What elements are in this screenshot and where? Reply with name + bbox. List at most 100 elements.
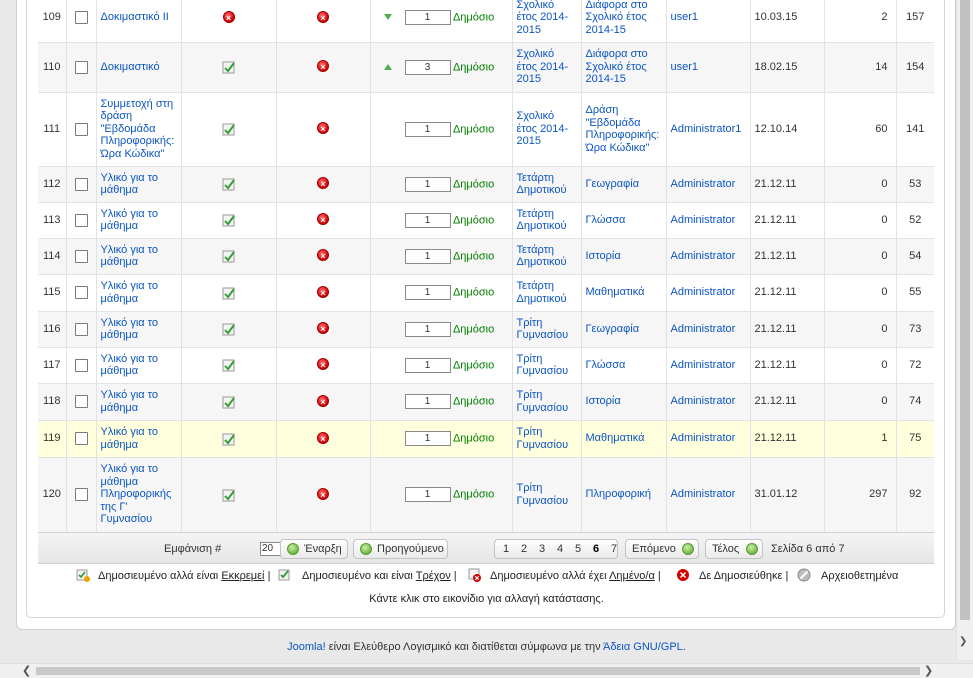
frontpage-unpublished-icon[interactable]: × (317, 394, 329, 408)
end-button[interactable]: Τέλος (705, 539, 763, 559)
author-link[interactable]: user1 (671, 11, 699, 23)
section-link[interactable]: Τετάρτη Δημοτικού (517, 172, 567, 197)
order-input[interactable]: 1 (404, 121, 451, 137)
row-checkbox[interactable] (74, 432, 88, 445)
order-input[interactable]: 1 (404, 431, 451, 446)
row-checkbox[interactable] (74, 322, 88, 336)
page-1-link[interactable]: 1 (503, 543, 509, 555)
category-link[interactable]: Δράση "Εβδομάδα Πληροφορικής: Ώρα Κώδικα… (586, 104, 660, 154)
page-2-link[interactable]: 2 (521, 543, 527, 555)
unpublished-icon[interactable]: × (222, 10, 235, 24)
section-link[interactable]: Τετάρτη Δημοτικού (517, 208, 567, 233)
vertical-scroll-thumb[interactable] (960, 0, 970, 620)
order-input[interactable]: 1 (404, 9, 451, 25)
section-link[interactable]: Σχολικό έτος 2014-2015 (517, 48, 569, 85)
section-link[interactable]: Σχολικό έτος 2014-2015 (517, 0, 569, 36)
page-3-link[interactable]: 3 (539, 543, 545, 555)
access-level-link[interactable]: Δημόσιο (453, 61, 494, 73)
category-link[interactable]: Διάφορα στο Σχολικό έτος 2014-15 (586, 0, 648, 36)
row-checkbox[interactable] (74, 488, 88, 501)
article-title-link[interactable]: Δοκιμαστικό ΙΙ (101, 11, 169, 23)
horizontal-scroll-thumb[interactable] (36, 667, 920, 675)
published-icon[interactable] (222, 123, 236, 136)
section-link[interactable]: Τρίτη Γυμνασίου (517, 389, 569, 414)
order-up-icon[interactable] (383, 63, 392, 70)
category-link[interactable]: Ιστορία (586, 395, 621, 407)
access-level-link[interactable]: Δημόσιο (453, 11, 494, 23)
article-title-link[interactable]: Υλικό για το μάθημα (101, 172, 159, 197)
article-title-link[interactable]: Υλικό για το μάθημα (101, 208, 159, 233)
author-link[interactable]: Administrator (671, 250, 736, 262)
category-link[interactable]: Μαθηματικά (586, 432, 645, 444)
start-button[interactable]: Έναρξη (280, 539, 348, 559)
article-title-link[interactable]: Υλικό για το μάθημα Πληροφορικής της Γ' … (101, 463, 172, 525)
order-input[interactable]: 3 (404, 59, 451, 75)
frontpage-unpublished-icon[interactable]: × (317, 177, 329, 190)
section-link[interactable]: Τρίτη Γυμνασίου (517, 317, 569, 342)
published-icon[interactable] (222, 359, 236, 372)
access-level-link[interactable]: Δημόσιο (453, 359, 494, 371)
author-link[interactable]: Administrator (671, 323, 736, 335)
order-input[interactable]: 1 (404, 248, 451, 264)
frontpage-unpublished-icon[interactable]: × (317, 322, 329, 335)
category-link[interactable]: Πληροφορική (586, 488, 652, 500)
frontpage-unpublished-icon[interactable]: × (317, 358, 329, 371)
scroll-down-icon[interactable]: ❯ (959, 636, 967, 647)
article-title-link[interactable]: Υλικό για το μάθημα (101, 353, 159, 378)
article-title-link[interactable]: Υλικό για το μάθημα (101, 280, 159, 305)
author-link[interactable]: Administrator (671, 359, 736, 371)
section-link[interactable]: Τρίτη Γυμνασίου (517, 426, 569, 451)
row-checkbox[interactable] (74, 122, 88, 136)
published-icon[interactable] (222, 488, 236, 501)
section-link[interactable]: Τρίτη Γυμνασίου (517, 353, 569, 378)
access-level-link[interactable]: Δημόσιο (453, 488, 494, 500)
next-button[interactable]: Επόμενο (625, 539, 699, 559)
order-input[interactable]: 1 (404, 285, 451, 300)
row-checkbox[interactable] (74, 358, 88, 372)
category-link[interactable]: Γλώσσα (586, 214, 626, 226)
row-checkbox[interactable] (74, 249, 88, 263)
author-link[interactable]: Administrator (671, 395, 736, 407)
access-level-link[interactable]: Δημόσιο (453, 323, 494, 335)
author-link[interactable]: Administrator (671, 286, 736, 298)
order-input[interactable]: 1 (404, 357, 451, 373)
frontpage-unpublished-icon[interactable]: × (317, 122, 329, 135)
section-link[interactable]: Τετάρτη Δημοτικού (517, 244, 567, 269)
page-7-link[interactable]: 7 (611, 543, 617, 555)
published-icon[interactable] (222, 61, 236, 74)
published-icon[interactable] (222, 395, 236, 408)
joomla-link[interactable]: Joomla! (287, 641, 326, 653)
order-down-icon[interactable] (383, 14, 392, 21)
section-link[interactable]: Τρίτη Γυμνασίου (517, 482, 569, 507)
frontpage-unpublished-icon[interactable]: × (317, 60, 329, 73)
access-level-link[interactable]: Δημόσιο (453, 250, 494, 262)
row-checkbox[interactable] (74, 395, 88, 408)
author-link[interactable]: Administrator (671, 488, 736, 500)
previous-button[interactable]: Προηγούμενο (353, 539, 448, 559)
author-link[interactable]: Administrator1 (671, 123, 742, 135)
row-checkbox[interactable] (74, 10, 88, 24)
row-checkbox[interactable] (74, 60, 88, 74)
article-title-link[interactable]: Υλικό για το μάθημα (101, 317, 159, 342)
article-title-link[interactable]: Υλικό για το μάθημα (101, 389, 159, 414)
frontpage-unpublished-icon[interactable]: × (317, 213, 329, 226)
frontpage-unpublished-icon[interactable]: × (317, 431, 329, 445)
article-title-link[interactable]: Δοκιμαστικό (101, 61, 160, 73)
published-icon[interactable] (222, 323, 236, 336)
frontpage-unpublished-icon[interactable]: × (317, 285, 329, 299)
category-link[interactable]: Γεωγραφία (586, 323, 640, 335)
access-level-link[interactable]: Δημόσιο (453, 178, 494, 190)
order-input[interactable]: 1 (404, 176, 451, 192)
scroll-right-icon[interactable]: ❯ (924, 664, 933, 677)
order-input[interactable]: 1 (404, 212, 451, 228)
author-link[interactable]: Administrator (671, 214, 736, 226)
section-link[interactable]: Τετάρτη Δημοτικού (517, 280, 567, 305)
page-5-link[interactable]: 5 (575, 543, 581, 555)
author-link[interactable]: Administrator (671, 178, 736, 190)
published-icon[interactable] (222, 432, 236, 445)
published-icon[interactable] (222, 286, 236, 299)
license-link[interactable]: Άδεια GNU/GPL (603, 641, 683, 653)
vertical-scrollbar[interactable]: ❯ (956, 0, 973, 660)
row-checkbox[interactable] (74, 286, 88, 299)
row-checkbox[interactable] (74, 213, 88, 227)
